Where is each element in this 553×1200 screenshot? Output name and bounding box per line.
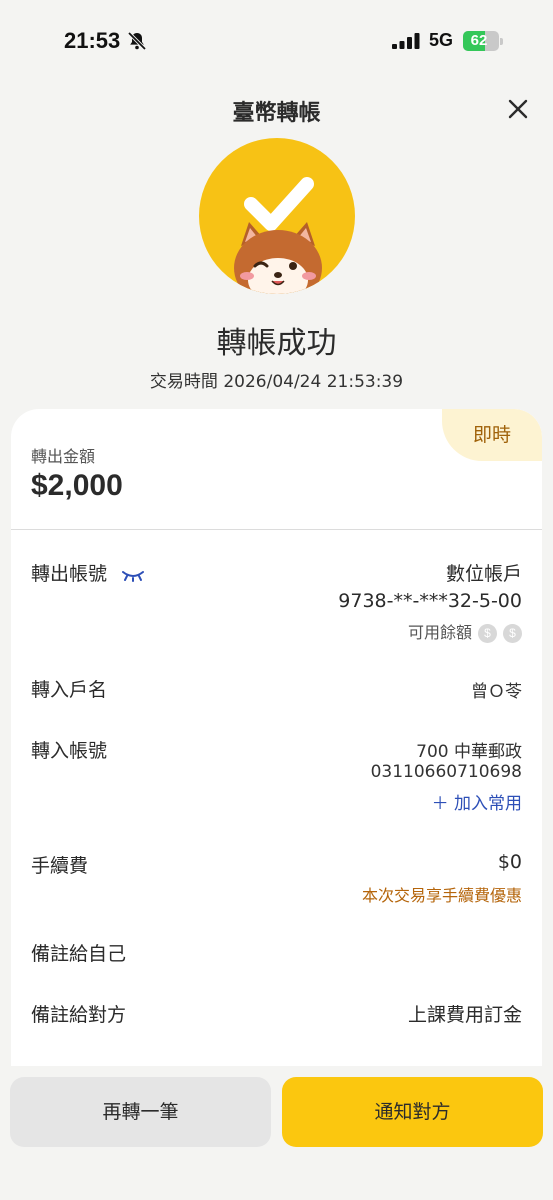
amount-value: $2,000 [31, 469, 123, 502]
status-bar: 21:53 5G 62 [0, 0, 553, 80]
success-title: 轉帳成功 [216, 326, 337, 361]
transfer-detail-card: 即時 轉出金額 $2,000 轉出帳號 數位帳戶 9738-**-***32-5… [11, 409, 542, 1109]
success-illustration [199, 138, 355, 294]
transaction-time: 交易時間 2026/04/24 21:53:39 [149, 372, 404, 392]
fee-label: 手續費 [31, 855, 89, 877]
divider [11, 529, 542, 530]
to-account-bank: 700 中華郵政 [416, 742, 522, 762]
fee-discount-note: 本次交易享手續費優惠 [361, 886, 522, 905]
fee-value: $0 [497, 851, 522, 873]
from-account-number: 9738-**-***32-5-00 [338, 590, 522, 612]
amount-label: 轉出金額 [31, 447, 96, 466]
cellular-signal-icon [392, 33, 420, 49]
to-account-label: 轉入帳號 [31, 740, 108, 762]
add-favorite-button[interactable]: ＋ 加入常用 [432, 789, 522, 814]
battery-icon: 62 [463, 31, 503, 51]
eye-toggle-icon[interactable] [121, 568, 145, 582]
to-account-number: 03110660710698 [370, 762, 522, 782]
from-account-type: 數位帳戶 [445, 563, 522, 585]
status-time: 21:53 [64, 28, 121, 53]
coin-icon: $ [503, 624, 522, 643]
notify-payee-button[interactable]: 通知對方 [282, 1077, 543, 1147]
bell-muted-icon [127, 31, 147, 51]
memo-payee-value: 上課費用訂金 [407, 1004, 522, 1026]
coin-icon: $ [478, 624, 497, 643]
close-icon[interactable] [502, 93, 534, 125]
available-balance: 可用餘額 $ $ [408, 619, 522, 643]
battery-level: 62 [470, 32, 488, 49]
memo-payee-label: 備註給對方 [31, 1004, 127, 1026]
payee-name-label: 轉入戶名 [31, 679, 108, 701]
plus-icon: ＋ [431, 794, 449, 814]
instant-badge: 即時 [442, 409, 542, 461]
from-account-label: 轉出帳號 [31, 559, 145, 586]
network-type: 5G [429, 30, 454, 50]
shiba-mascot-icon [234, 177, 322, 294]
page-title: 臺幣轉帳 [232, 101, 321, 126]
payee-name-value: 曾Ｏ苓 [471, 682, 522, 702]
memo-self-label: 備註給自己 [31, 943, 127, 965]
transfer-again-button[interactable]: 再轉一筆 [10, 1077, 271, 1147]
